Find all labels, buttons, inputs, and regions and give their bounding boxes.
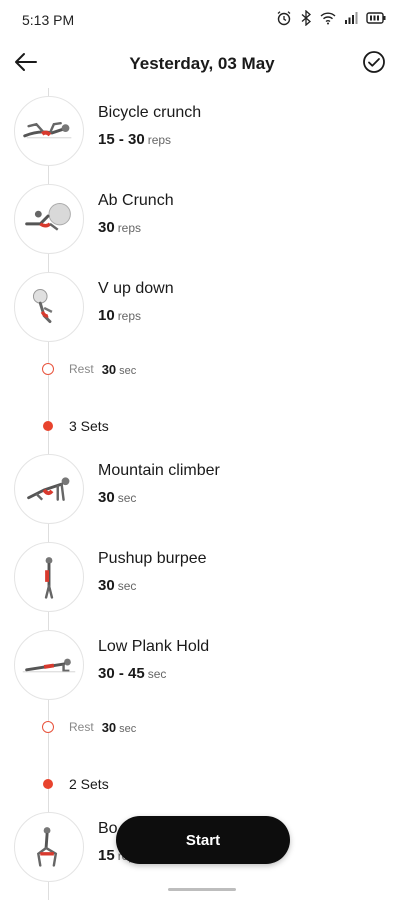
rest-value-unit: sec bbox=[119, 722, 137, 735]
exercise-quantity: 30 - 45 sec bbox=[98, 665, 166, 682]
exercise-thumbnail bbox=[14, 184, 84, 254]
home-indicator[interactable] bbox=[168, 888, 236, 891]
exercise-qty-unit: sec bbox=[117, 579, 137, 593]
exercise-qty-unit: reps bbox=[117, 221, 142, 235]
mountain-climber-figure-icon bbox=[27, 477, 70, 501]
bluetooth-icon bbox=[300, 10, 312, 26]
low-plank-hold-figure-icon bbox=[22, 658, 76, 673]
bicycle-crunch-figure-icon bbox=[23, 122, 72, 139]
ab-crunch-figure-icon bbox=[25, 202, 71, 231]
exercise-item[interactable]: Ab Crunch 30 reps bbox=[14, 184, 394, 254]
sets-marker bbox=[43, 421, 53, 431]
exercise-item[interactable]: Bicycle crunch 15 - 30 reps bbox=[14, 96, 394, 166]
exercise-thumbnail bbox=[14, 96, 84, 166]
status-icons bbox=[276, 10, 386, 26]
exercise-qty-value: 30 bbox=[98, 577, 115, 594]
rest-row: Rest 30 sec bbox=[42, 359, 136, 379]
exercise-quantity: 30 reps bbox=[98, 219, 141, 236]
sets-label: 2 Sets bbox=[69, 776, 109, 792]
exercise-item[interactable]: Low Plank Hold 30 - 45 sec bbox=[14, 630, 394, 700]
rest-value: 30 sec bbox=[102, 362, 137, 377]
exercise-quantity: 15 - 30 reps bbox=[98, 131, 171, 148]
exercise-name: Pushup burpee bbox=[98, 550, 207, 567]
app-header: Yesterday, 03 May bbox=[0, 44, 404, 84]
status-bar: 5:13 PM bbox=[0, 0, 404, 40]
exercise-qty-value: 30 bbox=[98, 219, 115, 236]
exercise-qty-value: 30 - 45 bbox=[98, 665, 145, 682]
exercise-thumbnail bbox=[14, 454, 84, 524]
start-button[interactable]: Start bbox=[116, 816, 290, 864]
signal-icon bbox=[344, 11, 358, 25]
rest-value-number: 30 bbox=[101, 719, 117, 735]
sets-label: 3 Sets bbox=[69, 418, 109, 434]
exercise-qty-value: 30 bbox=[98, 489, 115, 506]
rest-label: Rest bbox=[69, 362, 94, 376]
exercise-quantity: 30 sec bbox=[98, 489, 136, 506]
exercise-quantity: 10 reps bbox=[98, 307, 141, 324]
exercise-name: Mountain climber bbox=[98, 462, 220, 479]
exercise-name: Bicycle crunch bbox=[98, 104, 202, 121]
exercise-name: V up down bbox=[98, 280, 174, 297]
sets-row: 3 Sets bbox=[43, 416, 109, 436]
rest-value-unit: sec bbox=[119, 364, 137, 377]
exercise-thumbnail bbox=[14, 272, 84, 342]
wifi-icon bbox=[320, 11, 336, 25]
rest-value: 30 sec bbox=[102, 720, 137, 735]
rest-label: Rest bbox=[69, 720, 94, 734]
exercise-qty-value: 15 - 30 bbox=[98, 131, 145, 148]
exercise-item[interactable]: V up down 10 reps bbox=[14, 272, 394, 342]
exercise-qty-unit: sec bbox=[147, 667, 167, 681]
exercise-quantity: 30 sec bbox=[98, 577, 136, 594]
exercise-item[interactable]: Pushup burpee 30 sec bbox=[14, 542, 394, 612]
rest-value-number: 30 bbox=[101, 361, 117, 377]
pushup-burpee-figure-icon bbox=[44, 557, 54, 599]
v-up-down-figure-icon bbox=[32, 289, 53, 324]
exercise-name: Low Plank Hold bbox=[98, 638, 210, 655]
exercise-qty-value: 15 bbox=[98, 847, 115, 864]
exercise-name: Bo bbox=[98, 820, 118, 837]
alarm-icon bbox=[276, 10, 292, 26]
rest-row: Rest 30 sec bbox=[42, 717, 136, 737]
exercise-qty-unit: reps bbox=[117, 309, 142, 323]
confirm-button[interactable] bbox=[358, 48, 390, 80]
rest-marker bbox=[42, 363, 54, 375]
status-time: 5:13 PM bbox=[22, 12, 75, 28]
exercise-thumbnail bbox=[14, 630, 84, 700]
sets-marker bbox=[43, 779, 53, 789]
check-circle-icon bbox=[362, 50, 386, 79]
exercise-thumbnail bbox=[14, 542, 84, 612]
exercise-thumbnail bbox=[14, 812, 84, 882]
battery-icon bbox=[366, 11, 386, 25]
exercise-qty-value: 10 bbox=[98, 307, 115, 324]
exercise-qty-unit: reps bbox=[147, 133, 172, 147]
page-title: Yesterday, 03 May bbox=[129, 54, 275, 73]
rest-marker bbox=[42, 721, 54, 733]
sets-row: 2 Sets bbox=[43, 774, 109, 794]
exercise-qty-unit: sec bbox=[117, 491, 137, 505]
exercise-name: Ab Crunch bbox=[98, 192, 174, 209]
exercise-item[interactable]: Mountain climber 30 sec bbox=[14, 454, 394, 524]
squat-figure-icon bbox=[36, 827, 58, 867]
